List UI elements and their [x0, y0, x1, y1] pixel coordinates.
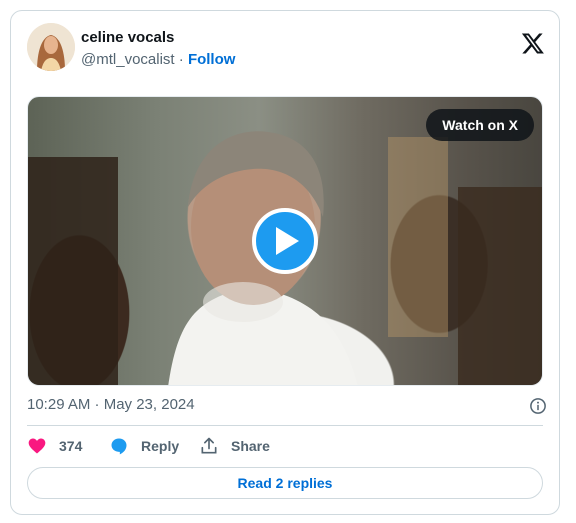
tweet-header: celine vocals @mtl_vocalist · Follow: [27, 23, 547, 73]
handle[interactable]: @mtl_vocalist: [81, 51, 175, 68]
share-label: Share: [231, 438, 270, 454]
video-thumbnail[interactable]: Watch on X: [27, 96, 543, 386]
read-replies-button[interactable]: Read 2 replies: [27, 467, 543, 499]
action-bar: 374 Reply Share: [27, 435, 547, 457]
share-button[interactable]: Share: [199, 435, 270, 457]
divider: [27, 425, 543, 426]
timestamp[interactable]: 10:29 AM · May 23, 2024: [27, 396, 195, 413]
play-button[interactable]: [252, 208, 318, 274]
timestamp-row: 10:29 AM · May 23, 2024: [27, 396, 547, 416]
avatar-image: [27, 23, 75, 71]
x-logo-icon[interactable]: [521, 31, 545, 55]
like-button[interactable]: 374: [27, 435, 82, 457]
play-icon: [276, 227, 299, 255]
avatar[interactable]: [27, 23, 75, 71]
follow-button[interactable]: Follow: [188, 51, 236, 68]
share-icon: [201, 437, 217, 454]
reply-button[interactable]: Reply: [109, 435, 179, 457]
tweet-card: celine vocals @mtl_vocalist · Follow Wat…: [10, 10, 560, 515]
separator: ·: [174, 51, 188, 68]
watch-on-x-button[interactable]: Watch on X: [426, 109, 534, 141]
handle-line: @mtl_vocalist · Follow: [81, 50, 235, 70]
reply-label: Reply: [141, 438, 180, 454]
like-count: 374: [59, 438, 83, 454]
info-icon[interactable]: [529, 397, 547, 415]
reply-bubble-icon: [111, 438, 127, 455]
display-name[interactable]: celine vocals: [81, 28, 235, 48]
heart-icon: [28, 438, 46, 454]
author-block: celine vocals @mtl_vocalist · Follow: [81, 28, 235, 70]
